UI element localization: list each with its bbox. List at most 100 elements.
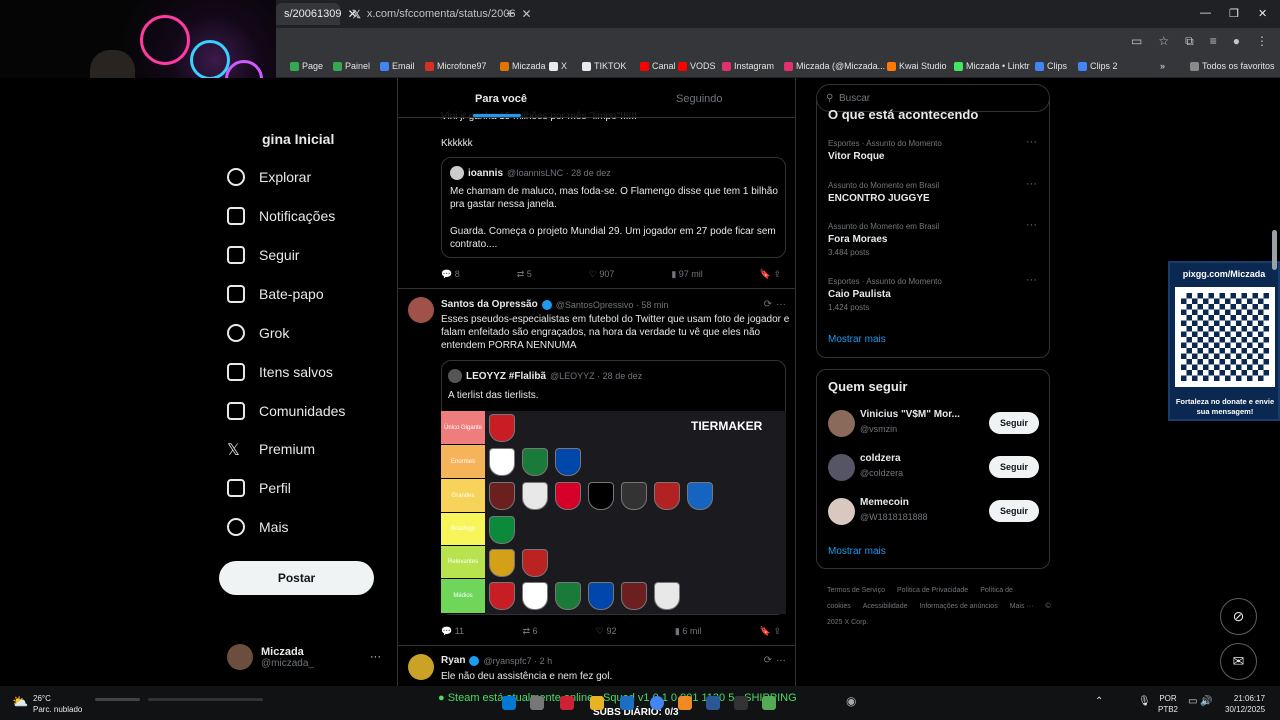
grok-icon[interactable]: ⟳ — [764, 655, 772, 666]
more-icon[interactable]: ··· — [776, 655, 786, 666]
bookmark-item[interactable]: Page — [290, 61, 323, 71]
footer-link[interactable]: Mais ··· — [1010, 603, 1034, 610]
clock[interactable]: 21:06:17 30/12/2025 — [1225, 693, 1265, 715]
profile-avatar-icon[interactable]: ● — [1233, 34, 1240, 49]
follow-button[interactable]: Seguir — [989, 412, 1039, 434]
nav-item-seguir[interactable]: Seguir — [227, 246, 299, 264]
follow-suggestion-name[interactable]: Vinicius "V$M" Mor... — [860, 409, 960, 420]
trend-more-icon[interactable]: ··· — [1026, 274, 1037, 286]
bookmark-item[interactable]: Microfone97 — [425, 61, 487, 71]
bookmark-item[interactable]: Instagram — [722, 61, 774, 71]
avatar[interactable] — [828, 410, 855, 437]
avatar[interactable] — [408, 297, 434, 323]
avatar[interactable] — [828, 454, 855, 481]
search-taskbar-icon[interactable] — [530, 696, 544, 710]
scrollbar[interactable] — [1272, 230, 1277, 270]
bookmark-item[interactable]: Painel — [333, 61, 370, 71]
views-button[interactable]: ▮ 97 mil — [671, 269, 702, 280]
steam-icon[interactable] — [620, 696, 634, 710]
start-icon[interactable] — [502, 696, 516, 710]
tweet-author[interactable]: Santos da Opressão — [441, 299, 538, 310]
nav-item-itens-salvos[interactable]: Itens salvos — [227, 363, 333, 381]
grok-icon[interactable]: ⟳ — [764, 299, 772, 310]
bookmark-item[interactable]: X — [549, 61, 567, 71]
tab-for-you[interactable]: Para você — [475, 93, 527, 105]
nav-item-notificações[interactable]: Notificações — [227, 207, 335, 225]
account-more-icon[interactable]: ··· — [370, 651, 381, 663]
show-more-link[interactable]: Mostrar mais — [828, 334, 886, 345]
nav-item-premium[interactable]: 𝕏 Premium — [227, 440, 315, 459]
follow-button[interactable]: Seguir — [989, 500, 1039, 522]
grok-float-icon[interactable]: ⊘ — [1220, 598, 1257, 635]
browser-tab-active[interactable]: 𝕏 x.com/sfccomenta/status/2006 ✕ — [344, 3, 532, 25]
more-icon[interactable]: ··· — [776, 299, 786, 310]
app-icon[interactable] — [706, 696, 720, 710]
quoted-tweet[interactable]: ioannis @IoannisLNC · 28 de dez Me chama… — [441, 157, 786, 258]
cast-icon[interactable]: ▭ — [1131, 34, 1142, 49]
nav-item-mais[interactable]: Mais — [227, 518, 289, 536]
bookmark-item[interactable]: Miczada (@Miczada... — [784, 61, 885, 71]
bookmark-button[interactable]: 🔖 ⇪ — [760, 626, 781, 637]
new-tab-button[interactable]: + — [506, 5, 514, 21]
minimize-icon[interactable]: — — [1200, 7, 1211, 19]
trend-item[interactable]: Assunto do Momento em Brasil Fora Moraes 3… — [828, 221, 939, 258]
bookmark-item[interactable]: Email — [380, 61, 415, 71]
follow-button[interactable]: Seguir — [989, 456, 1039, 478]
reply-button[interactable]: 💬 11 — [441, 626, 464, 637]
trend-more-icon[interactable]: ··· — [1026, 219, 1037, 231]
browser-tab[interactable]: s/20061309 ✕ — [276, 3, 358, 25]
nav-item-bate-papo[interactable]: Bate-papo — [227, 285, 324, 303]
bookmark-item[interactable]: Clips 2 — [1078, 61, 1118, 71]
menu-icon[interactable]: ⋮ — [1256, 34, 1268, 49]
tweet-author[interactable]: Ryan — [441, 655, 465, 666]
tray-overflow-icon[interactable]: ⌃ — [1095, 696, 1103, 707]
tab-following[interactable]: Seguindo — [676, 93, 723, 105]
footer-link[interactable]: Termos de Serviço — [827, 587, 885, 594]
microphone-icon[interactable]: 🎙 — [1138, 696, 1151, 707]
bookmark-item[interactable]: Canal — [640, 61, 676, 71]
language-indicator[interactable]: POR PTB2 — [1158, 693, 1178, 715]
footer-link[interactable]: Informações de anúncios — [919, 603, 997, 610]
bookmark-item[interactable]: Clips — [1035, 61, 1067, 71]
footer-link[interactable]: Política de Privacidade — [897, 587, 968, 594]
restore-icon[interactable]: ❐ — [1229, 7, 1239, 20]
views-button[interactable]: ▮ 6 mil — [675, 626, 701, 637]
account-switcher[interactable]: Miczada @miczada_ — [227, 644, 314, 670]
like-button[interactable]: ♡ 907 — [589, 269, 615, 280]
repost-button[interactable]: ⇄ 5 — [517, 269, 532, 280]
footer-link[interactable]: Acessibilidade — [863, 603, 908, 610]
app-icon[interactable] — [762, 696, 776, 710]
bookmark-item[interactable]: Miczada — [500, 61, 546, 71]
tierlist-image[interactable]: TIERMAKER Único Gigante Enormes Grandes Bot… — [441, 411, 786, 614]
trend-item[interactable]: Esportes · Assunto do Momento Vitor Roque — [828, 138, 942, 164]
nav-home[interactable]: gina Inicial — [227, 131, 334, 149]
chrome-icon[interactable] — [650, 696, 664, 710]
weather-widget[interactable]: 26°C Parc. nublado — [33, 693, 82, 715]
like-button[interactable]: ♡ 92 — [596, 626, 617, 637]
obs-icon[interactable] — [734, 696, 748, 710]
messages-float-icon[interactable]: ✉ — [1220, 643, 1257, 680]
repost-button[interactable]: ⇄ 6 — [522, 626, 537, 637]
trend-item[interactable]: Esportes · Assunto do Momento Caio Paulis… — [828, 276, 942, 313]
app-icon[interactable] — [560, 696, 574, 710]
show-more-link[interactable]: Mostrar mais — [828, 546, 886, 557]
trend-more-icon[interactable]: ··· — [1026, 136, 1037, 148]
follow-suggestion-name[interactable]: Memecoin — [860, 497, 909, 508]
follow-suggestion-name[interactable]: coldzera — [860, 453, 901, 464]
trend-item[interactable]: Assunto do Momento em Brasil ENCONTRO JUG… — [828, 180, 939, 206]
bookmark-item[interactable]: Kwai Studio — [887, 61, 947, 71]
more-bookmarks-icon[interactable]: » — [1160, 61, 1165, 71]
all-favorites[interactable]: Todos os favoritos — [1190, 61, 1275, 71]
close-window-icon[interactable]: ✕ — [1258, 7, 1267, 20]
post-button[interactable]: Postar — [219, 561, 374, 595]
nav-item-explorar[interactable]: Explorar — [227, 168, 311, 186]
media-icon[interactable]: ≡ — [1210, 34, 1217, 49]
bookmark-button[interactable]: 🔖 ⇪ — [760, 269, 781, 280]
nav-item-comunidades[interactable]: Comunidades — [227, 402, 345, 420]
reply-button[interactable]: 💬 8 — [441, 269, 460, 280]
bookmark-item[interactable]: VODS — [678, 61, 716, 71]
nav-item-grok[interactable]: Grok — [227, 324, 289, 342]
extensions-icon[interactable]: ⧉ — [1185, 34, 1194, 49]
trend-more-icon[interactable]: ··· — [1026, 178, 1037, 190]
avatar[interactable] — [828, 498, 855, 525]
